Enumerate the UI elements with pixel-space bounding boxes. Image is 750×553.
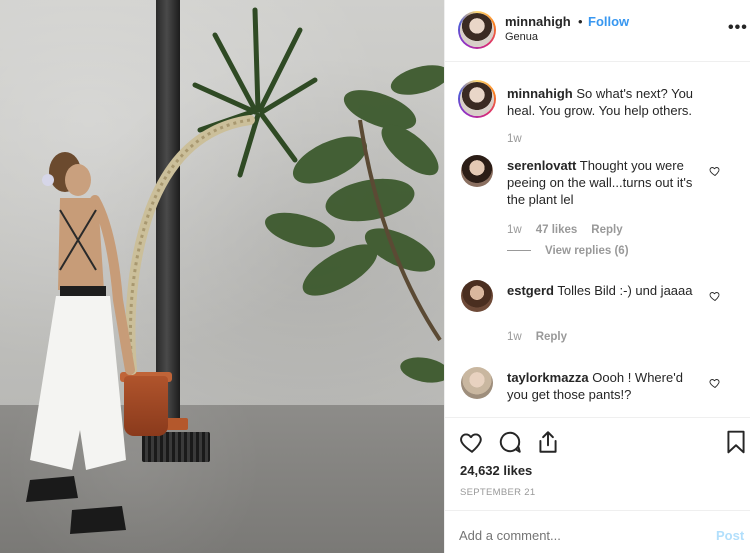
caption-time[interactable]: 1w (507, 133, 522, 145)
commenter-avatar[interactable] (461, 155, 493, 187)
photo-illustration (26, 7, 444, 534)
post-comment-button[interactable]: Post (716, 528, 744, 543)
caption-text-block: minnahigh So what's next? You heal. You … (507, 85, 707, 119)
post-actions: 24,632 likes SEPTEMBER 21 (445, 417, 750, 503)
share-icon[interactable] (535, 429, 561, 455)
author-username[interactable]: minnahigh (505, 14, 571, 29)
comment-username[interactable]: estgerd (507, 283, 554, 298)
follow-button[interactable]: Follow (588, 14, 629, 29)
comment-like-heart-icon[interactable] (709, 377, 721, 389)
comment-meta: 1w 47 likes Reply (507, 224, 623, 236)
comment-meta: 1w Reply (507, 331, 567, 343)
commenter-avatar[interactable] (461, 367, 493, 399)
comment-reply-button[interactable]: Reply (536, 331, 567, 343)
caption: minnahigh So what's next? You heal. You … (458, 80, 741, 150)
add-comment-bar: Post (445, 510, 750, 553)
comment-input[interactable] (459, 528, 699, 543)
commenter-avatar[interactable] (461, 280, 493, 312)
comment-item: serenlovatt Thought you were peeing on t… (461, 155, 741, 265)
comment-icon[interactable] (497, 429, 523, 455)
comment-username[interactable]: serenlovatt (507, 158, 576, 173)
comment-username[interactable]: taylorkmazza (507, 370, 589, 385)
more-options-icon[interactable]: ••• (728, 19, 748, 37)
caption-avatar[interactable] (458, 80, 496, 118)
comment-reply-button[interactable]: Reply (591, 224, 622, 236)
caption-username[interactable]: minnahigh (507, 86, 573, 101)
comment-likes[interactable]: 47 likes (536, 224, 578, 236)
comment-list[interactable]: minnahigh So what's next? You heal. You … (445, 62, 750, 417)
header-separator: • (578, 14, 583, 29)
post-header: minnahigh • Follow Genua ••• (445, 0, 750, 62)
comment-text-block: estgerd Tolles Bild :-) und jaaaa (507, 282, 707, 299)
heart-icon[interactable] (459, 429, 485, 455)
post-photo[interactable] (0, 0, 444, 553)
view-replies-button[interactable]: View replies (6) (507, 245, 629, 257)
comment-item: taylorkmazza Oooh ! Where'd you get thos… (461, 367, 741, 417)
comment-like-heart-icon[interactable] (709, 165, 721, 177)
bookmark-icon[interactable] (723, 429, 749, 455)
view-replies-label: View replies (6) (545, 245, 629, 257)
author-avatar[interactable] (458, 11, 496, 49)
post-sidebar: minnahigh • Follow Genua ••• minnahigh S… (444, 0, 750, 553)
view-replies-line (507, 250, 531, 252)
post-location[interactable]: Genua (505, 31, 538, 43)
comment-text-block: serenlovatt Thought you were peeing on t… (507, 157, 707, 208)
comment-like-heart-icon[interactable] (709, 290, 721, 302)
comment-item: estgerd Tolles Bild :-) und jaaaa 1w Repl… (461, 280, 741, 350)
post-date[interactable]: SEPTEMBER 21 (460, 487, 535, 498)
like-count[interactable]: 24,632 likes (460, 463, 532, 478)
comment-text-block: taylorkmazza Oooh ! Where'd you get thos… (507, 369, 707, 403)
comment-text: Tolles Bild :-) und jaaaa (557, 283, 693, 298)
comment-time[interactable]: 1w (507, 331, 522, 343)
comment-time[interactable]: 1w (507, 224, 522, 236)
